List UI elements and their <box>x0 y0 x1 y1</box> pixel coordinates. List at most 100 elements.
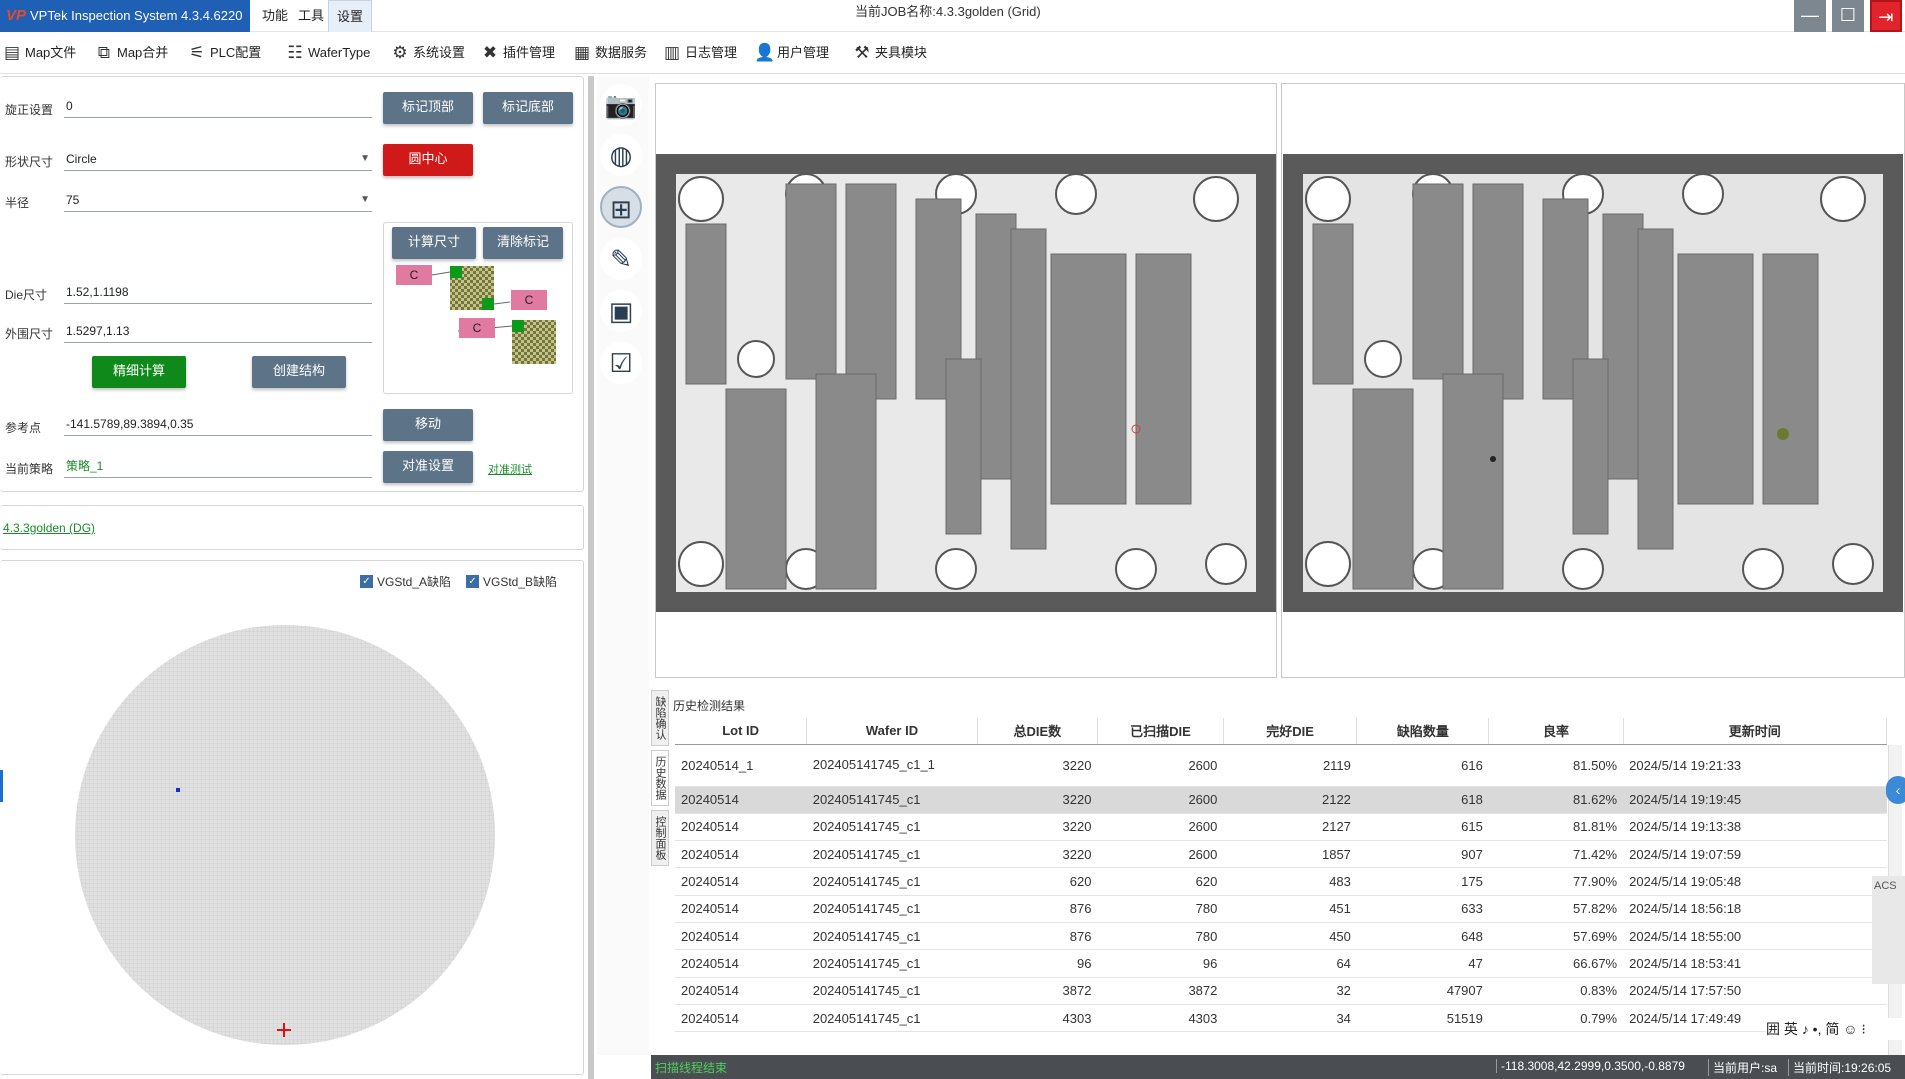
toolbar-label: 日志管理 <box>685 45 738 60</box>
column-header[interactable]: 完好DIE <box>1223 718 1358 745</box>
toolbar-user-button[interactable]: 👤 用户管理 <box>754 42 829 64</box>
toolbar-gear-button[interactable]: ⚙ 系统设置 <box>390 42 465 64</box>
table-cell: 876 <box>977 922 1098 951</box>
camera-icon[interactable]: 📷 <box>600 84 642 126</box>
inspection-die-image[interactable] <box>1282 154 1904 612</box>
table-row[interactable]: 20240514 202405141745_c1 96 96 64 47 66.67% 202… <box>675 949 1887 978</box>
table-row[interactable]: 20240514 202405141745_c1 876 780 451 633 57.82… <box>675 895 1887 923</box>
radius-select[interactable]: 75 ▼ <box>64 190 372 212</box>
table-cell: 202405141745_c1 <box>806 949 978 978</box>
outer-size-input[interactable]: 1.5297,1.13 <box>64 321 372 343</box>
calc-size-button[interactable]: 计算尺寸 <box>392 227 476 259</box>
table-cell: 20240514_1 <box>675 744 807 787</box>
mark-c-3[interactable]: C <box>459 318 495 338</box>
table-cell: 618 <box>1356 786 1489 814</box>
tab-defect-confirm[interactable]: 缺陷确认 <box>651 690 669 746</box>
wafer-map[interactable] <box>70 620 510 1060</box>
toolbar-label: 数据服务 <box>595 45 648 60</box>
move-button[interactable]: 移动 <box>383 409 473 441</box>
table-cell: 451 <box>1223 895 1357 923</box>
wafer-grid-icon[interactable]: ◍ <box>600 134 642 176</box>
column-header[interactable]: 缺陷数量 <box>1356 718 1490 745</box>
die-grid-icon[interactable]: ⊞ <box>600 186 642 228</box>
toolbar-wafer-type-button[interactable]: ☷ WaferType <box>285 42 370 64</box>
reference-die-image[interactable] <box>656 154 1276 612</box>
close-button[interactable]: ⇥ <box>1870 0 1902 32</box>
vgstd-b-checkbox[interactable]: ✓ VGStd_B缺陷 <box>466 573 557 590</box>
table-cell: 202405141745_c1 <box>806 867 978 896</box>
table-row[interactable]: 20240514 202405141745_c1 4303 4303 34 51519 0.… <box>675 1004 1887 1033</box>
die-size-input[interactable]: 1.52,1.1198 <box>64 282 372 304</box>
menu-tools[interactable]: 工具 <box>290 0 332 32</box>
column-header[interactable]: 总DIE数 <box>977 718 1098 745</box>
toolbar-map-merge-button[interactable]: ⧉ Map合并 <box>94 42 168 64</box>
clear-mark-button[interactable]: 清除标记 <box>483 227 563 259</box>
table-cell: 20240514 <box>675 1004 807 1033</box>
radius-label: 半径 <box>5 196 30 210</box>
table-cell: 2024/5/14 18:55:00 <box>1623 922 1887 951</box>
measure-icon[interactable]: ✎ <box>600 238 642 280</box>
rotation-input[interactable]: 0 <box>64 96 372 118</box>
toolbar-fixture-button[interactable]: ⚒ 夹具模块 <box>852 42 927 64</box>
checklist-icon[interactable]: ☑ <box>600 342 642 384</box>
fine-calc-button[interactable]: 精细计算 <box>92 356 186 388</box>
ime-bar[interactable]: 囲 英 ♪ •, 简 ☺ ⁝ <box>1766 1018 1905 1040</box>
user-icon: 👤 <box>754 43 776 62</box>
image-icon[interactable]: ▣ <box>600 290 642 332</box>
mark-c-1[interactable]: C <box>396 265 432 285</box>
circle-center-button[interactable]: 圆中心 <box>383 144 473 176</box>
table-cell: 3872 <box>1097 977 1224 1005</box>
menu-settings[interactable]: 设置 <box>328 0 373 32</box>
table-cell: 20240514 <box>675 840 807 869</box>
vgstd-a-checkbox[interactable]: ✓ VGStd_A缺陷 <box>360 573 451 590</box>
column-header[interactable]: 已扫描DIE <box>1097 718 1224 745</box>
toolbar-label: 插件管理 <box>503 45 556 60</box>
table-cell: 57.82% <box>1488 895 1624 923</box>
align-settings-button[interactable]: 对准设置 <box>383 451 473 483</box>
recipe-link[interactable]: 4.3.3golden (DG) <box>3 521 95 535</box>
check-icon: ✓ <box>466 575 479 588</box>
toolbar-log-button[interactable]: ▥ 日志管理 <box>662 42 737 64</box>
shape-select[interactable]: Circle ▼ <box>64 149 372 171</box>
mark-c-2[interactable]: C <box>511 290 547 310</box>
table-row[interactable]: 20240514 202405141745_c1 3220 2600 2122 618 81… <box>675 786 1887 814</box>
toolbar-plc-config-button[interactable]: ⚟ PLC配置 <box>187 42 261 64</box>
fixture-icon: ⚒ <box>854 43 870 62</box>
column-header[interactable]: Wafer ID <box>806 718 978 745</box>
table-row[interactable]: 20240514 202405141745_c1 3872 3872 32 47907 0.… <box>675 977 1887 1005</box>
align-test-link[interactable]: 对准测试 <box>488 461 532 477</box>
table-cell: 96 <box>1097 949 1224 978</box>
shape-label: 形状尺寸 <box>5 155 54 169</box>
create-structure-button[interactable]: 创建结构 <box>252 356 346 388</box>
strategy-input[interactable]: 策略_1 <box>64 456 372 478</box>
column-header[interactable]: 良率 <box>1488 718 1624 745</box>
splitter[interactable] <box>588 76 594 1079</box>
table-cell: 2024/5/14 19:07:59 <box>1623 840 1887 869</box>
chevron-left-icon[interactable]: ‹ <box>1886 776 1905 804</box>
table-row[interactable]: 20240514 202405141745_c1 3220 2600 2127 615 81… <box>675 813 1887 842</box>
toolbar-tools-button[interactable]: ✖ 插件管理 <box>480 42 555 64</box>
tab-history[interactable]: 历史数据 <box>651 750 669 806</box>
column-header[interactable]: 更新时间 <box>1623 718 1887 745</box>
table-cell: 780 <box>1097 895 1224 923</box>
table-row[interactable]: 20240514 202405141745_c1 876 780 450 648 57.69… <box>675 922 1887 951</box>
toolbar-map-file-button[interactable]: ▤ Map文件 <box>2 42 76 64</box>
table-row[interactable]: 20240514_1 202405141745_c1_1 3220 2600 2119 6… <box>675 744 1887 787</box>
mark-top-button[interactable]: 标记顶部 <box>383 92 473 124</box>
history-table-wrap: Lot ID Wafer ID 总DIE数 已扫描DIE 完好DIE 缺陷数量 良率 更新时间… <box>675 718 1887 1055</box>
toolbar-label: Map文件 <box>25 45 77 60</box>
tab-control-panel[interactable]: 控制面板 <box>651 810 669 866</box>
table-row[interactable]: 20240514 202405141745_c1 3220 2600 1857 907 71… <box>675 840 1887 869</box>
wafer-type-icon: ☷ <box>287 43 303 62</box>
toolbar-data-service-button[interactable]: ▦ 数据服务 <box>572 42 647 64</box>
table-cell: 2600 <box>1097 813 1224 842</box>
ref-point-input[interactable]: -141.5789,89.3894,0.35 <box>64 414 372 436</box>
maximize-button[interactable]: ☐ <box>1832 0 1864 32</box>
die-size-label: Die尺寸 <box>5 288 48 302</box>
column-header[interactable]: Lot ID <box>675 718 808 745</box>
table-cell: 907 <box>1356 840 1489 869</box>
mark-bottom-button[interactable]: 标记底部 <box>483 92 573 124</box>
table-cell: 3872 <box>977 977 1098 1005</box>
table-row[interactable]: 20240514 202405141745_c1 620 620 483 175 77.90… <box>675 867 1887 896</box>
minimize-button[interactable]: — <box>1794 0 1826 32</box>
